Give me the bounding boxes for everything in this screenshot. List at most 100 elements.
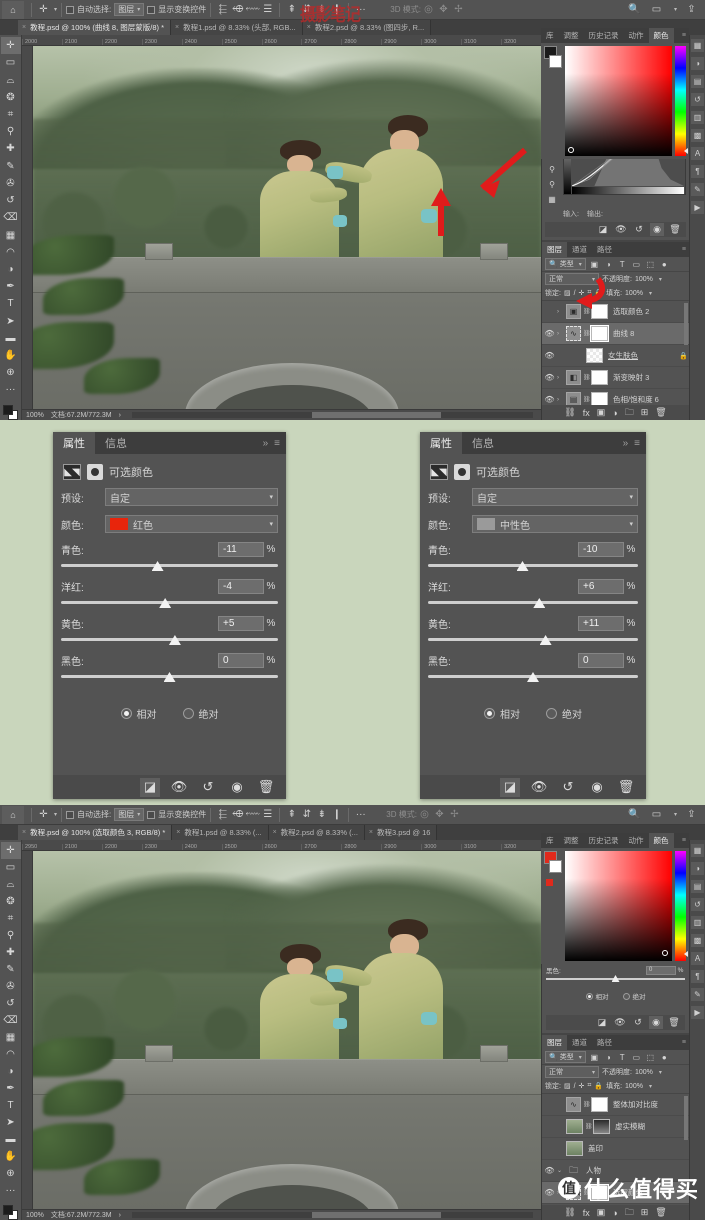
recent-color-swatch[interactable] xyxy=(546,879,553,886)
zoom-icon[interactable]: ⊕ xyxy=(1,1165,21,1182)
brushes-icon[interactable]: ✎ xyxy=(691,183,704,196)
chevron-down-icon[interactable]: ▾ xyxy=(649,290,652,297)
tab-actions[interactable]: 动作 xyxy=(624,28,649,43)
document-tab[interactable]: × 教程2.psd @ 8.33% (... xyxy=(268,825,365,840)
layer-list[interactable]: › ▣ ⛓ 选取颜色 2 👁 › ∿ ⛓ 曲线 8 👁 女生肤色 🔒 👁 › ◧… xyxy=(542,300,689,405)
close-icon[interactable]: × xyxy=(175,24,179,31)
tab-adjustments[interactable]: 调整 xyxy=(559,833,584,848)
color-picker-marker[interactable] xyxy=(662,950,668,956)
add-mask-icon[interactable]: ▣ xyxy=(597,407,606,418)
more-options-icon[interactable]: ··· xyxy=(353,807,368,823)
delete-icon[interactable]: 🗑 xyxy=(616,778,636,797)
reset-icon[interactable]: ↺ xyxy=(198,778,218,797)
path-select-icon[interactable]: ➤ xyxy=(1,313,21,330)
table-row[interactable]: 👁 › ∿ ⛓ 曲线 8 xyxy=(542,323,689,345)
eraser-icon[interactable]: ⌫ xyxy=(1,209,21,226)
foreground-color-swatch[interactable] xyxy=(2,404,13,415)
status-arrow-icon[interactable]: › xyxy=(119,1212,121,1219)
close-icon[interactable]: × xyxy=(273,829,277,836)
visibility-toggle-icon[interactable]: 👁 xyxy=(544,395,555,404)
chevron-down-icon[interactable]: ▾ xyxy=(54,811,57,818)
chevron-right-icon[interactable]: › xyxy=(557,375,564,381)
yellow-slider-track[interactable] xyxy=(428,634,638,646)
type-filter-icon[interactable]: T xyxy=(617,1052,628,1063)
tab-paths[interactable]: 路径 xyxy=(592,1035,617,1050)
adjust-filter-icon[interactable]: ◑ xyxy=(603,1052,614,1063)
history-icon[interactable]: ↺ xyxy=(691,93,704,106)
color-panel-icon[interactable]: ▦ xyxy=(691,844,704,857)
new-group-icon[interactable]: 🗀 xyxy=(625,405,634,421)
gradient-icon[interactable]: ▦ xyxy=(1,1029,21,1046)
layer-name[interactable]: 盖印 xyxy=(585,1143,689,1154)
align-middle-v-icon[interactable]: ⇵ xyxy=(299,807,314,823)
blend-mode-dropdown[interactable]: 正常 ▾ xyxy=(545,273,599,285)
layer-mask-thumbnail[interactable] xyxy=(591,392,608,405)
lock-all-icon[interactable]: 🔒 xyxy=(594,289,603,297)
zoom-level[interactable]: 100% xyxy=(26,1212,44,1219)
cyan-value[interactable]: -11 xyxy=(218,542,264,557)
hue-sat-thumbnail-icon[interactable]: ▤ xyxy=(566,392,581,405)
chevron-down-icon[interactable]: ▾ xyxy=(54,6,57,13)
history-icon[interactable]: ↺ xyxy=(691,898,704,911)
lasso-icon[interactable]: ⌓ xyxy=(1,71,21,88)
tab-layers[interactable]: 图层 xyxy=(542,1035,567,1050)
foreground-background-color[interactable] xyxy=(2,1205,19,1220)
search-icon[interactable]: 🔍 xyxy=(627,2,642,18)
brush-icon[interactable]: ✎ xyxy=(1,961,21,978)
foreground-background-color[interactable] xyxy=(2,404,19,420)
type-icon[interactable]: T xyxy=(1,1097,21,1114)
dodge-icon[interactable]: ◑ xyxy=(1,261,21,278)
panel-menu-icon[interactable]: ≡ xyxy=(682,837,686,844)
toggle-visibility-icon[interactable]: ◉ xyxy=(650,223,664,236)
stamp-icon[interactable]: ✇ xyxy=(1,175,21,192)
layer-name[interactable]: 虚实模糊 xyxy=(612,1121,689,1132)
close-icon[interactable]: × xyxy=(307,24,311,31)
tab-libraries[interactable]: 库 xyxy=(541,833,559,848)
document-tab[interactable]: × 教程2.psd @ 8.33% (图四步, R... xyxy=(302,20,432,35)
lock-position-icon[interactable]: ✛ xyxy=(579,1082,585,1090)
background-color-swatch[interactable] xyxy=(549,860,562,873)
character-icon[interactable]: A xyxy=(691,147,704,160)
hue-marker[interactable] xyxy=(684,148,688,154)
document-tab[interactable]: × 教程1.psd @ 8.33% (头部, RGB... xyxy=(171,20,303,35)
close-icon[interactable]: × xyxy=(22,24,26,31)
lasso-icon[interactable]: ⌓ xyxy=(1,876,21,893)
libraries-icon[interactable]: ▩ xyxy=(691,934,704,947)
align-bottom-icon[interactable]: ⇟ xyxy=(314,2,329,18)
document-tab[interactable]: × 教程.psd @ 100% (选取颜色 3, RGB/8) * xyxy=(18,825,173,840)
delete-layer-icon[interactable]: 🗑 xyxy=(655,407,666,418)
align-left-icon[interactable]: ⬱ xyxy=(215,807,230,823)
horizontal-scrollbar[interactable] xyxy=(131,1212,533,1218)
chevron-down-icon[interactable]: ▾ xyxy=(659,1069,662,1076)
tab-channels[interactable]: 通道 xyxy=(567,242,592,257)
tab-channels[interactable]: 通道 xyxy=(567,1035,592,1050)
tab-properties[interactable]: 属性 xyxy=(53,432,95,454)
tab-paths[interactable]: 路径 xyxy=(592,242,617,257)
align-right-icon[interactable]: ⬳ xyxy=(245,807,260,823)
delete-icon[interactable]: 🗑 xyxy=(667,1016,681,1029)
paragraph-icon[interactable]: ¶ xyxy=(691,165,704,178)
eyedropper-icon[interactable]: ⚲ xyxy=(1,927,21,944)
search-icon[interactable]: 🔍 xyxy=(627,807,642,823)
color-dropdown[interactable]: 中性色 ▾ xyxy=(472,515,638,533)
quick-select-icon[interactable]: ❂ xyxy=(1,893,21,910)
chevron-down-icon[interactable]: ▾ xyxy=(649,1083,652,1090)
path-select-icon[interactable]: ➤ xyxy=(1,1114,21,1131)
delete-layer-icon[interactable]: 🗑 xyxy=(655,1207,666,1218)
toggle-visibility-icon[interactable]: ◉ xyxy=(587,778,607,797)
layer-name[interactable]: 整体加对比度 xyxy=(610,1099,689,1110)
clip-to-layer-icon[interactable]: ◪ xyxy=(595,1016,609,1029)
gradient-map-thumbnail-icon[interactable]: ◧ xyxy=(566,370,581,385)
adjustments-icon[interactable]: ◑ xyxy=(691,57,704,70)
properties-icon[interactable]: ▥ xyxy=(691,111,704,124)
status-arrow-icon[interactable]: › xyxy=(119,412,121,419)
eraser-icon[interactable]: ⌫ xyxy=(1,1012,21,1029)
lock-artboard-icon[interactable]: ⌗ xyxy=(587,289,591,297)
relative-radio[interactable]: 相对 xyxy=(585,991,609,1001)
shape-filter-icon[interactable]: ▭ xyxy=(631,259,642,270)
visibility-toggle-icon[interactable]: 👁 xyxy=(544,329,555,338)
absolute-radio[interactable]: 绝对 xyxy=(546,706,582,721)
stamp-icon[interactable]: ✇ xyxy=(1,978,21,995)
panel-menu-icon[interactable]: ≡ xyxy=(682,1039,686,1046)
magenta-value[interactable]: +6 xyxy=(578,579,624,594)
